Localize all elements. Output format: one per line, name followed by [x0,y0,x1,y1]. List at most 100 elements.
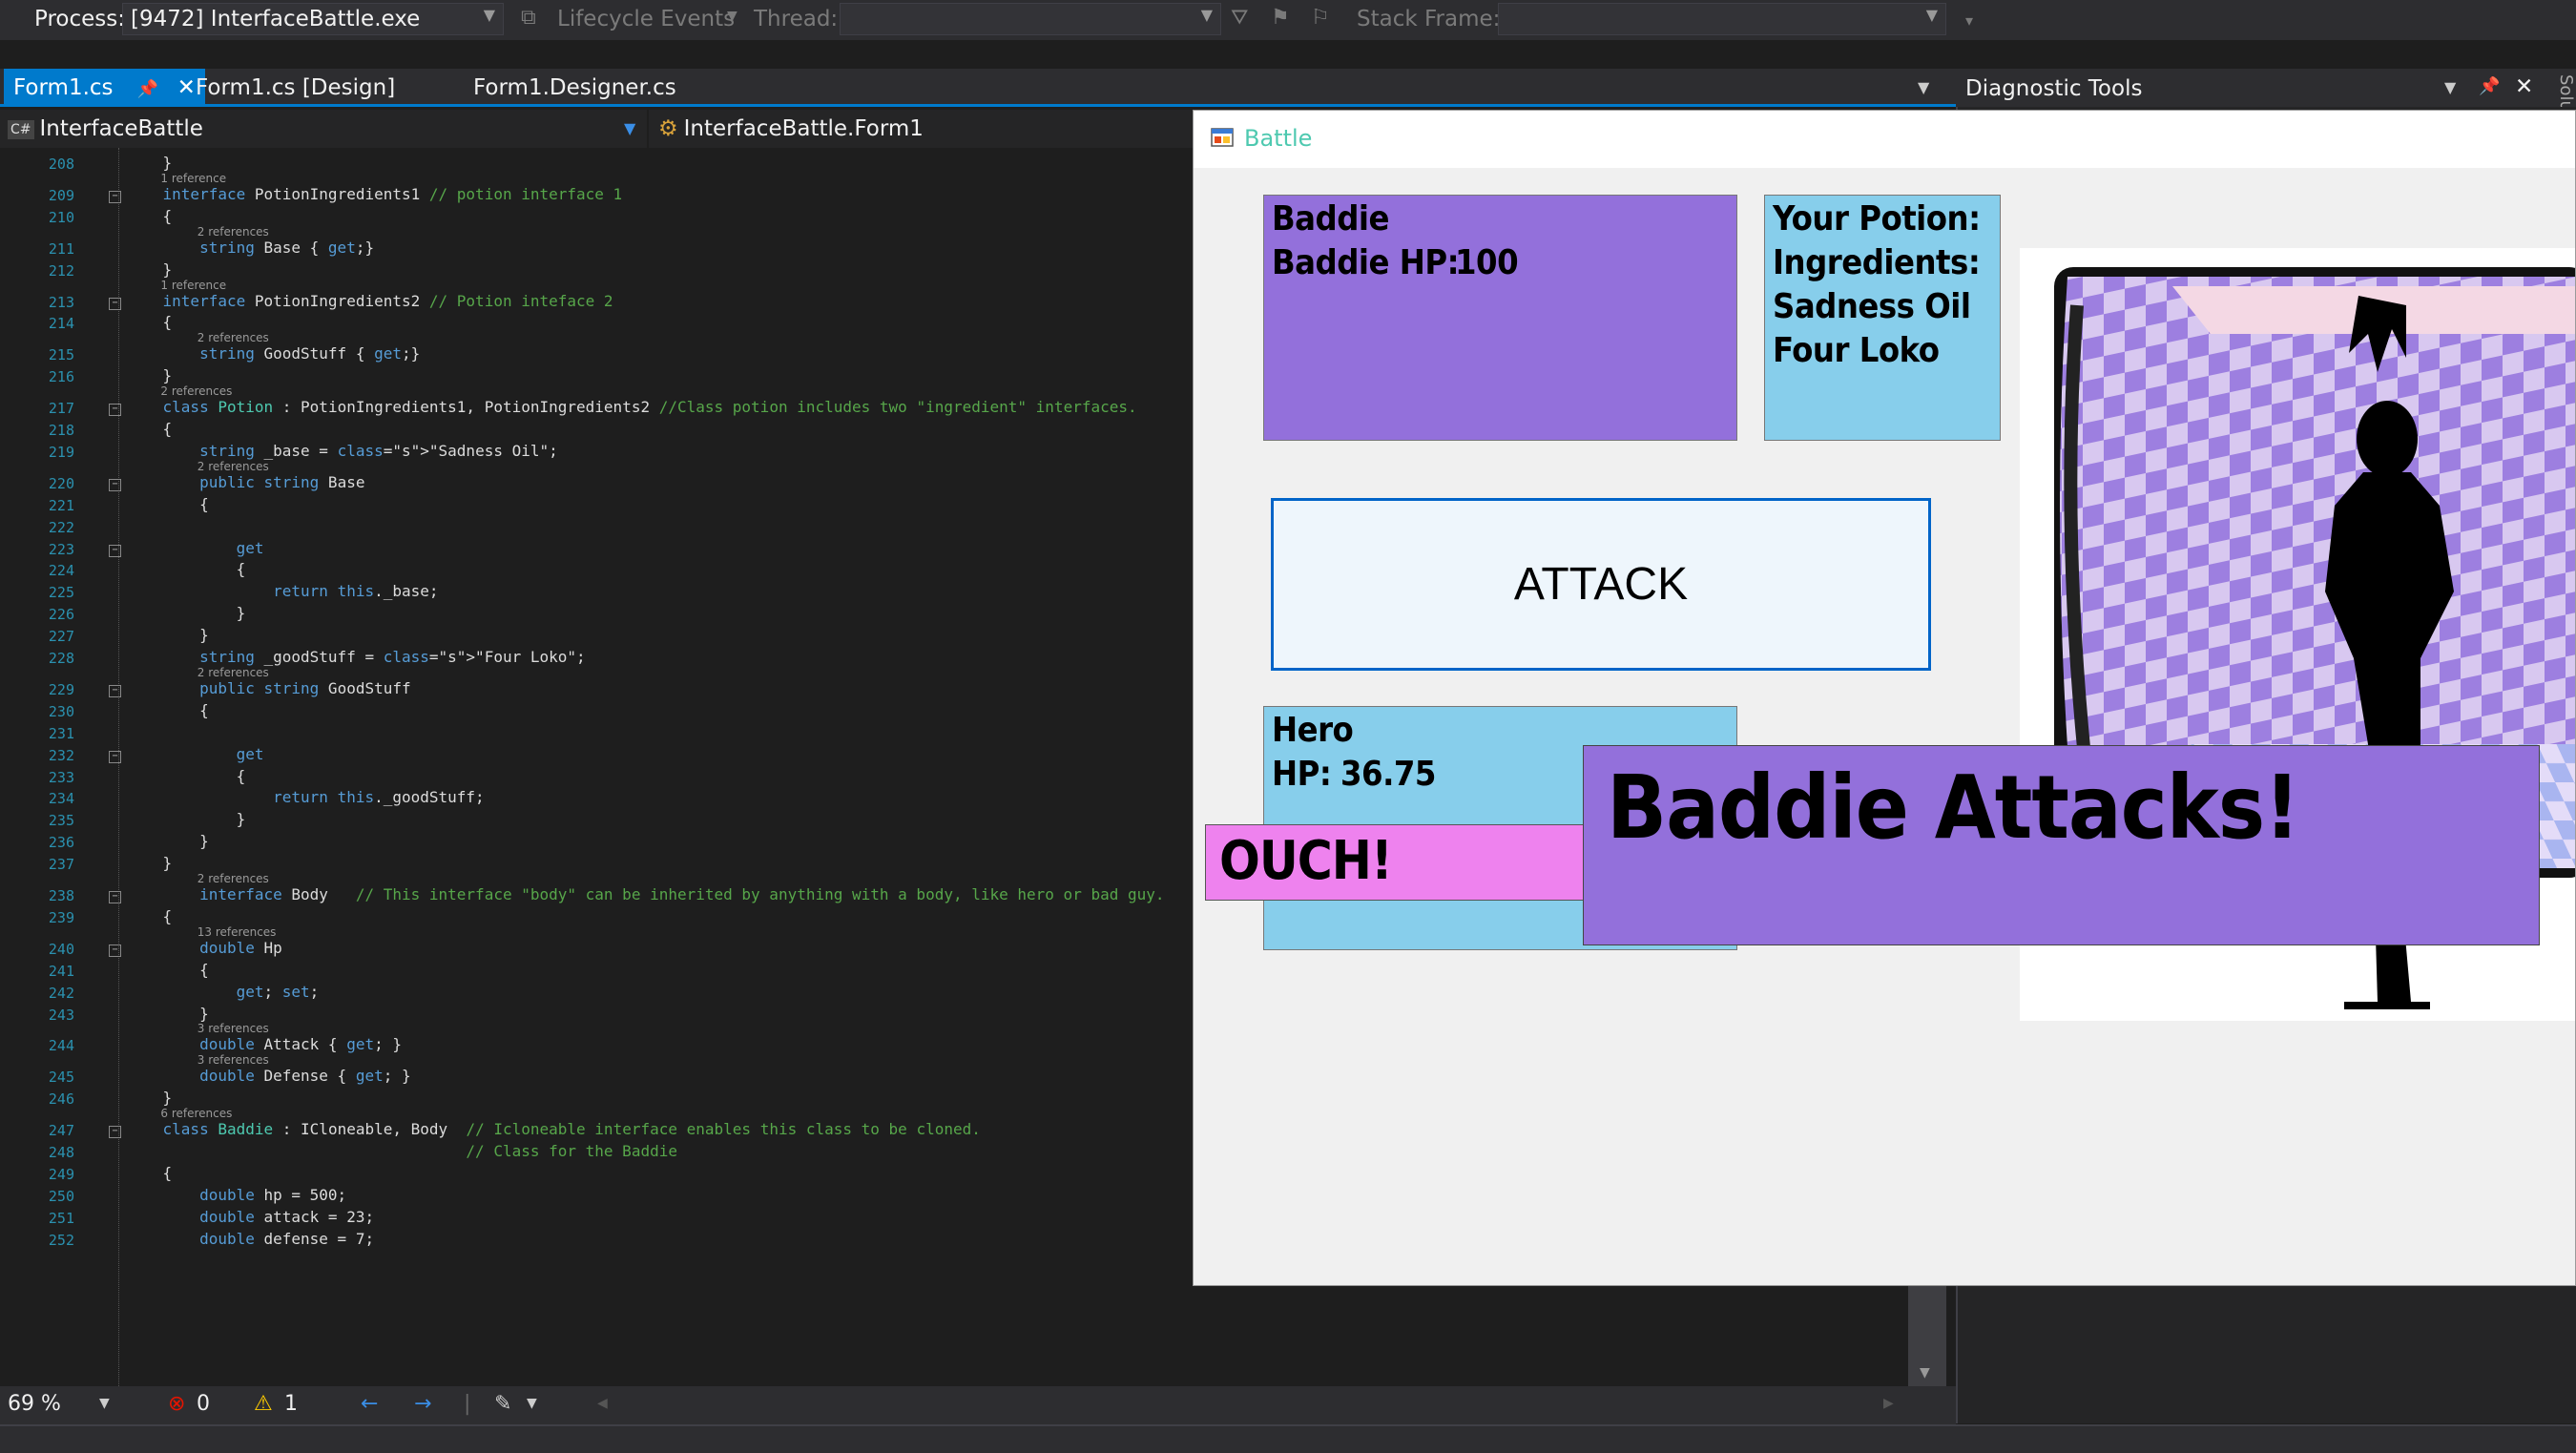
pin-icon[interactable]: 📌 [137,79,158,99]
code-line[interactable]: } [126,366,173,384]
class-dropdown[interactable]: ⚙ InterfaceBattle.Form1 [658,114,924,144]
toggle-flag-icon[interactable]: ⚐ [1311,6,1330,30]
collapse-toggle-icon[interactable]: − [109,750,121,763]
error-icon[interactable]: ⊗ [168,1392,185,1416]
code-line[interactable]: { [126,313,173,331]
code-line[interactable]: return this._base; [126,582,438,600]
code-line[interactable]: class Baddie : ICloneable, Body // Iclon… [126,1120,981,1138]
code-line[interactable]: { [126,1164,173,1182]
code-line[interactable]: get [126,745,264,763]
filter-icon[interactable]: ⛛ [1231,6,1248,30]
code-line[interactable]: get [126,539,264,557]
scroll-down-icon[interactable]: ▼ [1920,1365,1930,1380]
code-line[interactable]: string _base = class="s">"Sadness Oil"; [126,442,558,460]
code-line[interactable]: double Hp [126,939,282,957]
flag-thread-icon[interactable]: ⚑ [1271,6,1290,30]
reference-count[interactable]: 1 reference [160,279,226,292]
reference-count[interactable]: 2 references [160,384,232,398]
pin-icon[interactable]: 📌 [2479,76,2500,96]
code-line[interactable]: double defense = 7; [126,1230,374,1248]
lifecycle-events-button[interactable]: Lifecycle Events [557,7,735,31]
scroll-right-icon[interactable]: ▶ [1883,1396,1894,1411]
reference-count[interactable]: 3 references [197,1022,269,1035]
chevron-down-icon[interactable]: ▼ [99,1396,110,1411]
code-line[interactable]: public string GoodStuff [126,679,411,697]
collapse-toggle-icon[interactable]: − [109,891,121,903]
chevron-down-icon[interactable]: ▼ [727,9,737,24]
tab-form1-design[interactable]: Form1.cs [Design] [186,69,405,107]
stack-frame-dropdown[interactable]: ▼ [1498,3,1946,35]
collapse-toggle-icon[interactable]: − [109,190,121,203]
reference-count[interactable]: 2 references [197,331,269,344]
collapse-toggle-icon[interactable]: − [109,544,121,557]
navigate-forward-icon[interactable]: → [414,1392,431,1416]
code-line[interactable]: } [126,854,173,872]
code-line[interactable]: { [126,420,173,438]
potion-title: Your Potion: [1773,199,1981,239]
scroll-left-icon[interactable]: ◀ [597,1396,608,1411]
code-line[interactable]: double attack = 23; [126,1208,374,1226]
code-line[interactable]: string GoodStuff { get;} [126,344,420,363]
navigate-back-icon[interactable]: ← [361,1392,378,1416]
code-line[interactable]: public string Base [126,473,364,491]
reference-count[interactable]: 6 references [160,1107,232,1120]
code-line[interactable]: { [126,495,209,513]
reference-count[interactable]: 2 references [197,666,269,679]
warning-icon[interactable]: ⚠ [254,1392,273,1416]
code-line[interactable]: { [126,207,173,225]
code-line[interactable]: // Class for the Baddie [126,1142,677,1160]
code-line[interactable]: { [126,767,246,785]
code-line[interactable]: interface PotionIngredients2 // Potion i… [126,292,613,310]
code-line[interactable]: string Base { get;} [126,239,374,257]
thread-dropdown[interactable]: ▼ [840,3,1221,35]
attack-button[interactable]: ATTACK [1271,498,1931,671]
collapse-toggle-icon[interactable]: − [109,684,121,697]
code-line[interactable]: { [126,701,209,719]
collapse-toggle-icon[interactable]: − [109,404,121,417]
code-line[interactable]: { [126,961,209,979]
reference-count[interactable]: 2 references [197,225,269,239]
reference-count[interactable]: 2 references [197,872,269,885]
divider: | [464,1392,471,1416]
zoom-level[interactable]: 69 % [8,1392,61,1416]
close-icon[interactable]: ✕ [2515,74,2533,99]
code-line[interactable]: double hp = 500; [126,1186,346,1204]
chevron-down-icon[interactable]: ▼ [624,119,635,137]
code-line[interactable]: } [126,260,173,279]
lifecycle-icon[interactable]: ⧉ [521,6,536,30]
reference-count[interactable]: 13 references [197,925,277,939]
code-line[interactable]: } [126,1005,209,1023]
code-line[interactable]: { [126,560,246,578]
collapse-toggle-icon[interactable]: − [109,1126,121,1139]
reference-count[interactable]: 2 references [197,460,269,473]
code-line[interactable]: { [126,907,173,925]
tab-form1-designer[interactable]: Form1.Designer.cs [464,69,686,107]
code-line[interactable]: } [126,832,209,850]
code-line[interactable]: return this._goodStuff; [126,788,485,806]
code-line[interactable]: interface PotionIngredients1 // potion i… [126,185,623,203]
code-line[interactable]: double Defense { get; } [126,1067,411,1085]
collapse-toggle-icon[interactable]: − [109,478,121,491]
code-line[interactable]: double Attack { get; } [126,1035,402,1053]
code-line[interactable]: } [126,626,209,644]
reference-count[interactable]: 3 references [197,1053,269,1067]
code-line[interactable]: class Potion : PotionIngredients1, Potio… [126,398,1137,416]
chevron-down-icon[interactable]: ▼ [2444,78,2456,96]
tab-form1-cs[interactable]: Form1.cs 📌 ✕ [4,69,205,107]
code-line[interactable]: } [126,154,173,172]
collapse-toggle-icon[interactable]: − [109,297,121,310]
code-line[interactable]: string _goodStuff = class="s">"Four Loko… [126,648,586,666]
code-cleanup-icon[interactable]: ✎ [494,1392,511,1416]
process-dropdown[interactable]: [9472] InterfaceBattle.exe ▼ [122,3,504,35]
code-line[interactable]: interface Body // This interface "body" … [126,885,1164,903]
reference-count[interactable]: 1 reference [160,172,226,185]
code-line[interactable]: } [126,1089,173,1107]
chevron-down-icon[interactable]: ▼ [527,1396,537,1411]
project-dropdown[interactable]: C# InterfaceBattle [8,114,203,144]
collapse-toggle-icon[interactable]: − [109,944,121,957]
code-line[interactable]: } [126,604,246,622]
toolbar-overflow-icon[interactable]: ▾ [1965,11,1973,30]
tab-list-chevron-icon[interactable]: ▼ [1918,78,1929,96]
code-line[interactable]: get; set; [126,983,320,1001]
code-line[interactable]: } [126,810,246,828]
